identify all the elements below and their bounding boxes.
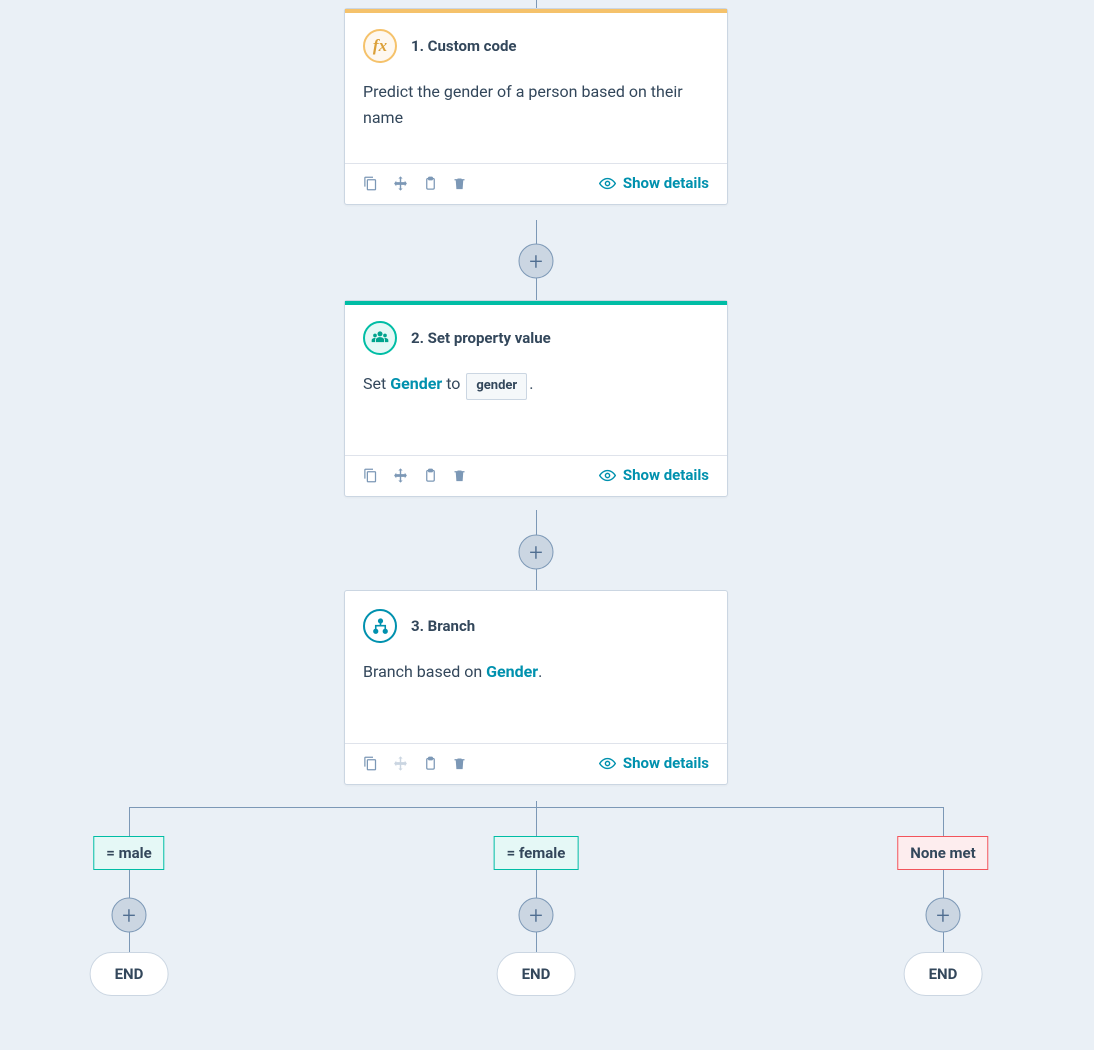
property-link[interactable]: Gender — [390, 374, 442, 393]
eye-icon — [599, 175, 616, 192]
end-node: END — [90, 952, 169, 996]
move-icon — [392, 755, 409, 772]
contacts-icon — [363, 321, 397, 355]
delete-icon[interactable] — [452, 176, 467, 191]
workflow-step-custom-code[interactable]: fx 1. Custom code Predict the gender of … — [344, 8, 728, 205]
branch-condition-label[interactable]: None met — [897, 836, 988, 870]
eye-icon — [599, 467, 616, 484]
clipboard-icon[interactable] — [423, 176, 438, 191]
connector — [536, 932, 537, 954]
move-icon[interactable] — [392, 175, 409, 192]
copy-icon[interactable] — [363, 468, 378, 483]
add-action-button[interactable]: + — [519, 244, 554, 279]
workflow-canvas: + + fx 1. Custom code Predict the gender… — [0, 0, 1094, 1050]
workflow-step-set-property[interactable]: 2. Set property value Set Gender to gend… — [344, 300, 728, 497]
step-title: 2. Set property value — [411, 329, 551, 347]
delete-icon[interactable] — [452, 756, 467, 771]
show-details-button[interactable]: Show details — [599, 174, 709, 192]
branch-condition-label[interactable]: = male — [93, 836, 164, 870]
clipboard-icon[interactable] — [423, 756, 438, 771]
add-action-button[interactable]: + — [519, 535, 554, 570]
move-icon[interactable] — [392, 467, 409, 484]
custom-code-icon: fx — [363, 29, 397, 63]
value-token: gender — [466, 373, 527, 400]
branch-condition-label[interactable]: = female — [494, 836, 579, 870]
copy-icon[interactable] — [363, 176, 378, 191]
details-label: Show details — [623, 754, 709, 772]
eye-icon — [599, 755, 616, 772]
show-details-button[interactable]: Show details — [599, 466, 709, 484]
delete-icon[interactable] — [452, 468, 467, 483]
connector — [129, 932, 130, 954]
step-description: Predict the gender of a person based on … — [363, 82, 683, 127]
workflow-step-branch[interactable]: 3. Branch Branch based on Gender. — [344, 590, 728, 785]
clipboard-icon[interactable] — [423, 468, 438, 483]
details-label: Show details — [623, 174, 709, 192]
step-description: Set Gender to gender. — [345, 363, 727, 455]
add-action-button[interactable]: + — [519, 898, 554, 933]
step-title: 1. Custom code — [411, 37, 517, 55]
step-title: 3. Branch — [411, 617, 475, 635]
add-action-button[interactable]: + — [112, 898, 147, 933]
copy-icon[interactable] — [363, 756, 378, 771]
end-node: END — [497, 952, 576, 996]
connector — [943, 932, 944, 954]
branch-icon — [363, 609, 397, 643]
property-link[interactable]: Gender — [486, 662, 538, 681]
step-description: Branch based on Gender. — [345, 651, 727, 743]
show-details-button[interactable]: Show details — [599, 754, 709, 772]
end-node: END — [904, 952, 983, 996]
details-label: Show details — [623, 466, 709, 484]
add-action-button[interactable]: + — [926, 898, 961, 933]
